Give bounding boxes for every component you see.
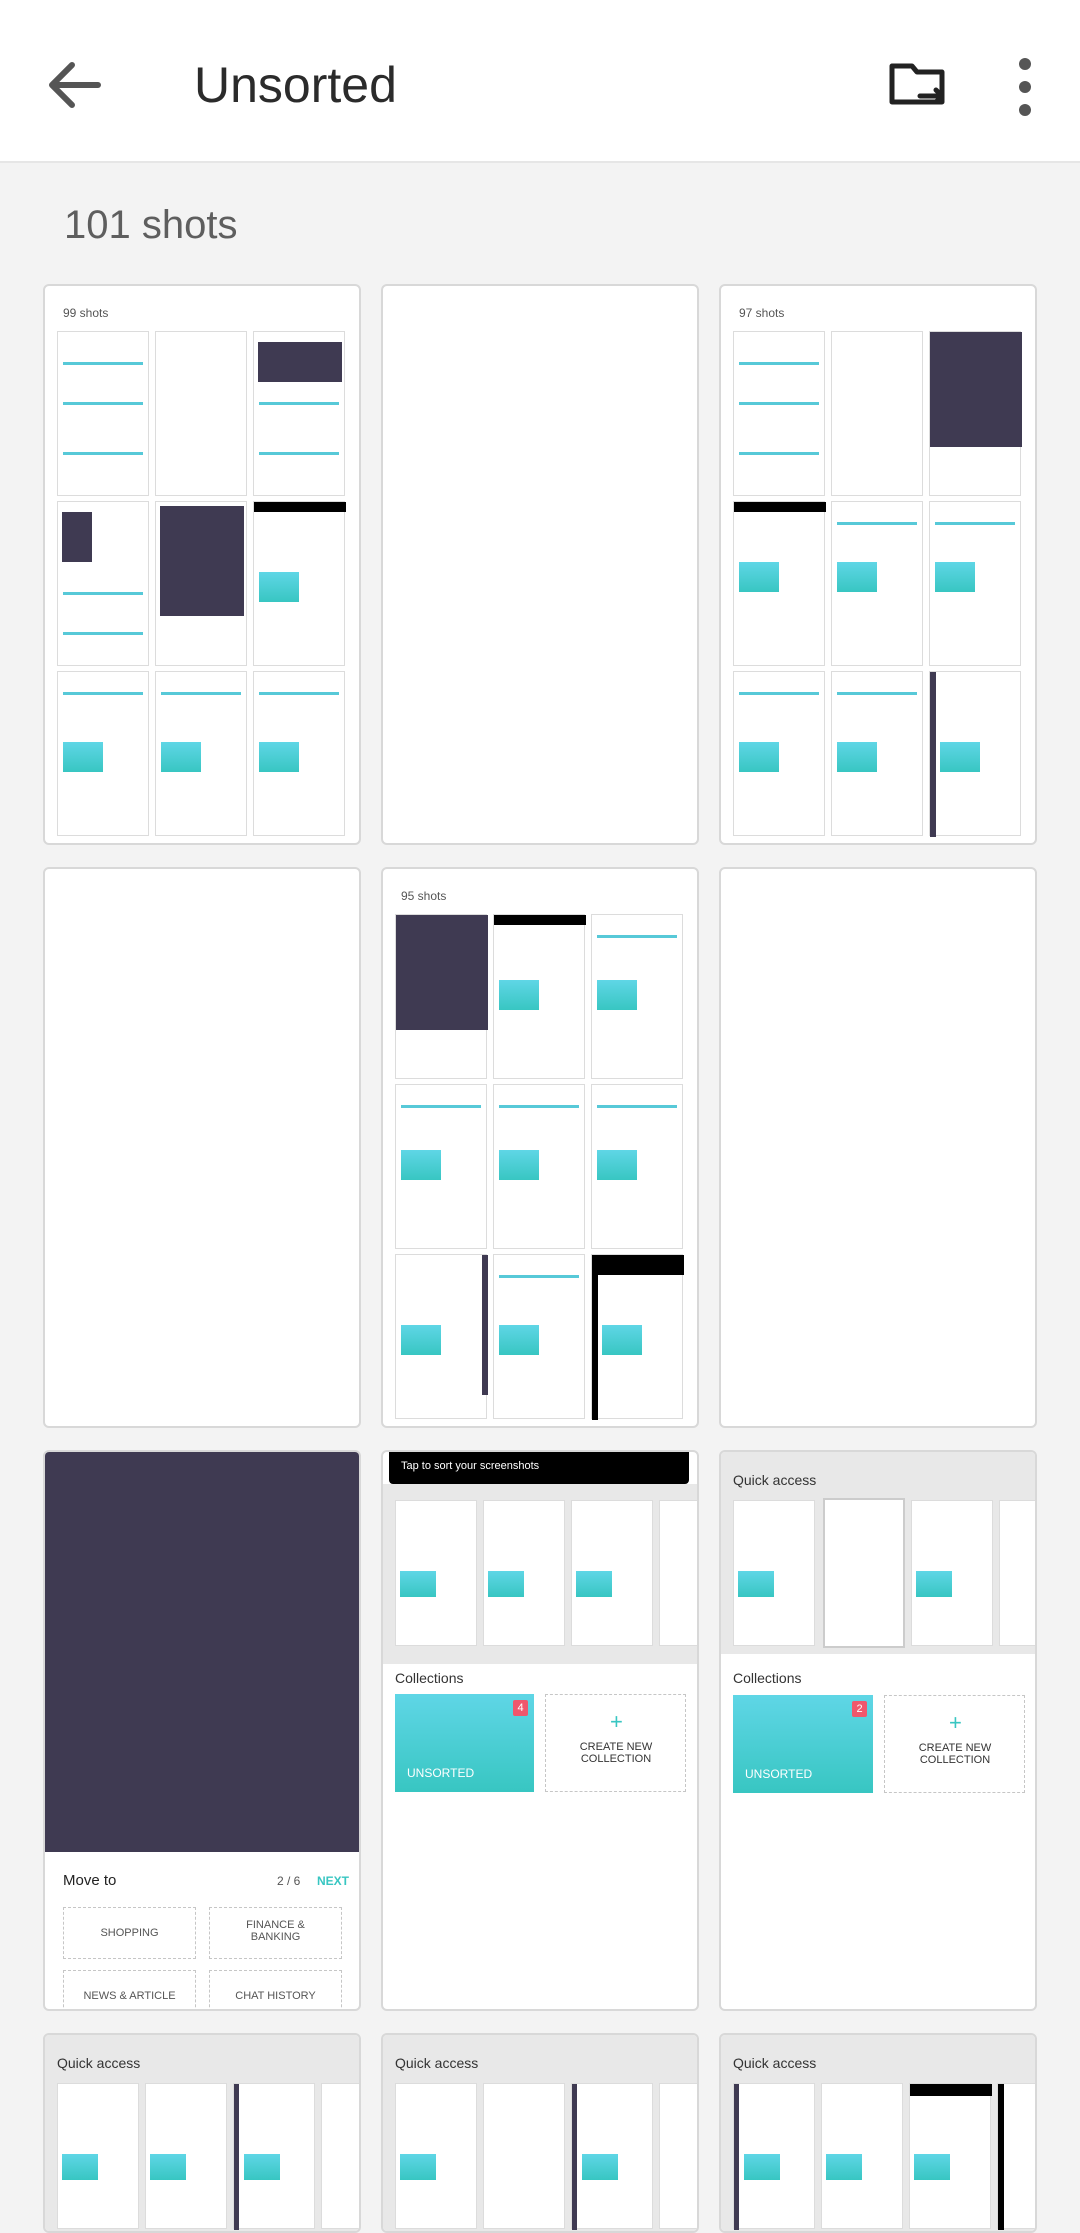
unsorted-card: 2 UNSORTED — [733, 1695, 873, 1793]
mini-thumb — [929, 671, 1021, 837]
mini-thumb — [911, 1500, 993, 1646]
shots-count: 101 shots — [64, 203, 238, 247]
collections-label: Collections — [733, 1670, 802, 1686]
mini-thumb — [571, 1500, 653, 1646]
count-badge: 2 — [852, 1701, 867, 1717]
page-title: Unsorted — [194, 57, 397, 113]
plus-icon: + — [949, 1710, 962, 1735]
screenshot-tile[interactable] — [381, 284, 699, 845]
mini-thumb — [493, 1084, 585, 1249]
mini-thumb — [253, 501, 346, 666]
mini-thumb — [823, 1498, 905, 1648]
mini-thumb — [395, 2083, 477, 2229]
mini-thumb — [233, 2083, 315, 2230]
screenshot-tile[interactable]: Tap to sort your screenshots Collections… — [381, 1450, 699, 2011]
mini-thumb — [483, 1500, 565, 1646]
mini-thumb — [57, 501, 149, 666]
screenshot-tile[interactable] — [43, 867, 361, 1428]
mini-thumb — [733, 331, 825, 496]
mini-thumb — [395, 1084, 487, 1249]
mini-thumb — [591, 1254, 684, 1420]
mini-thumb — [929, 501, 1021, 666]
mini-thumb — [591, 1084, 683, 1249]
screenshot-tile[interactable]: 95 shots — [381, 867, 699, 1428]
quick-access-label: Quick access — [733, 2055, 817, 2071]
mini-thumb — [483, 2083, 565, 2229]
unsorted-label: UNSORTED — [407, 1766, 475, 1780]
mini-thumb — [733, 501, 826, 666]
option-news[interactable]: NEWS & ARTICLE — [63, 1970, 196, 2009]
mini-thumb — [155, 331, 247, 496]
mini-thumb — [659, 2083, 697, 2229]
collections-label: Collections — [395, 1670, 464, 1686]
mini-thumb — [831, 331, 923, 496]
screenshot-tile[interactable]: Quick access Collections 2 UNSORTED + CR… — [719, 1450, 1037, 2011]
mini-thumb — [155, 501, 247, 666]
mini-thumb — [493, 1254, 585, 1419]
mini-thumb — [659, 1500, 697, 1646]
more-vert-icon[interactable] — [1000, 52, 1050, 122]
create-label: CREATE NEW COLLECTION — [579, 1741, 653, 1765]
next-button[interactable]: NEXT — [317, 1874, 349, 1888]
screenshot-tile[interactable] — [719, 867, 1037, 1428]
tile-shots-label: 99 shots — [63, 306, 109, 320]
quick-access-label: Quick access — [733, 1472, 817, 1488]
mini-thumb — [999, 1500, 1035, 1646]
mini-thumb — [997, 2083, 1035, 2230]
quick-access-label: Quick access — [57, 2055, 141, 2071]
mini-thumb — [57, 331, 149, 496]
mini-thumb — [571, 2083, 653, 2230]
option-shopping[interactable]: SHOPPING — [63, 1907, 196, 1959]
mini-thumb — [395, 914, 488, 1079]
mini-thumb — [395, 1500, 477, 1646]
plus-icon: + — [610, 1709, 623, 1734]
screenshot-tile[interactable]: 97 shots — [719, 284, 1037, 845]
quick-access-label: Quick access — [395, 2055, 479, 2071]
mini-thumb — [591, 914, 683, 1079]
screenshot-tile[interactable]: Quick access — [719, 2033, 1037, 2233]
page-indicator: 2 / 6 — [277, 1874, 301, 1888]
mini-thumb — [321, 2083, 359, 2229]
mini-thumb — [57, 2083, 139, 2229]
count-badge: 4 — [513, 1700, 528, 1716]
unsorted-card: 4 UNSORTED — [395, 1694, 534, 1792]
sort-banner-text: Tap to sort your screenshots — [401, 1460, 540, 1472]
mini-thumb — [493, 914, 586, 1079]
mini-thumb — [395, 1254, 488, 1419]
back-arrow-icon[interactable] — [40, 50, 110, 120]
mini-thumb — [733, 671, 825, 836]
mini-thumb — [929, 331, 1022, 496]
screenshot-tile[interactable]: 99 shots — [43, 284, 361, 845]
mini-thumb — [831, 501, 923, 666]
mini-thumb — [57, 671, 149, 836]
mini-thumb — [145, 2083, 227, 2229]
mini-thumb — [155, 671, 247, 836]
sort-banner: Tap to sort your screenshots — [389, 1452, 689, 1484]
move-folder-icon[interactable] — [884, 52, 954, 122]
screenshot-tile[interactable]: Quick access — [381, 2033, 699, 2233]
mini-thumb — [821, 2083, 903, 2229]
create-collection-card: + CREATE NEW COLLECTION — [545, 1694, 686, 1792]
tile-shots-label: 97 shots — [739, 306, 785, 320]
create-collection-card: + CREATE NEW COLLECTION — [884, 1695, 1025, 1793]
move-to-title: Move to — [63, 1872, 117, 1889]
mini-thumb — [733, 2083, 815, 2230]
mini-thumb — [253, 331, 345, 496]
create-label: CREATE NEW COLLECTION — [918, 1742, 992, 1766]
screenshot-tile[interactable]: Quick access — [43, 2033, 361, 2233]
screenshot-tile[interactable]: Move to 2 / 6 NEXT SHOPPING FINANCE & BA… — [43, 1450, 361, 2011]
app-bar: Unsorted — [0, 0, 1080, 163]
tile-shots-label: 95 shots — [401, 889, 447, 903]
option-finance[interactable]: FINANCE & BANKING — [209, 1907, 342, 1959]
mini-thumb — [909, 2083, 992, 2229]
mini-thumb — [733, 1500, 815, 1646]
mini-thumb — [253, 671, 345, 836]
option-chat[interactable]: CHAT HISTORY — [209, 1970, 342, 2009]
dark-preview — [45, 1452, 359, 1852]
mini-thumb — [831, 671, 923, 836]
unsorted-label: UNSORTED — [745, 1767, 813, 1781]
